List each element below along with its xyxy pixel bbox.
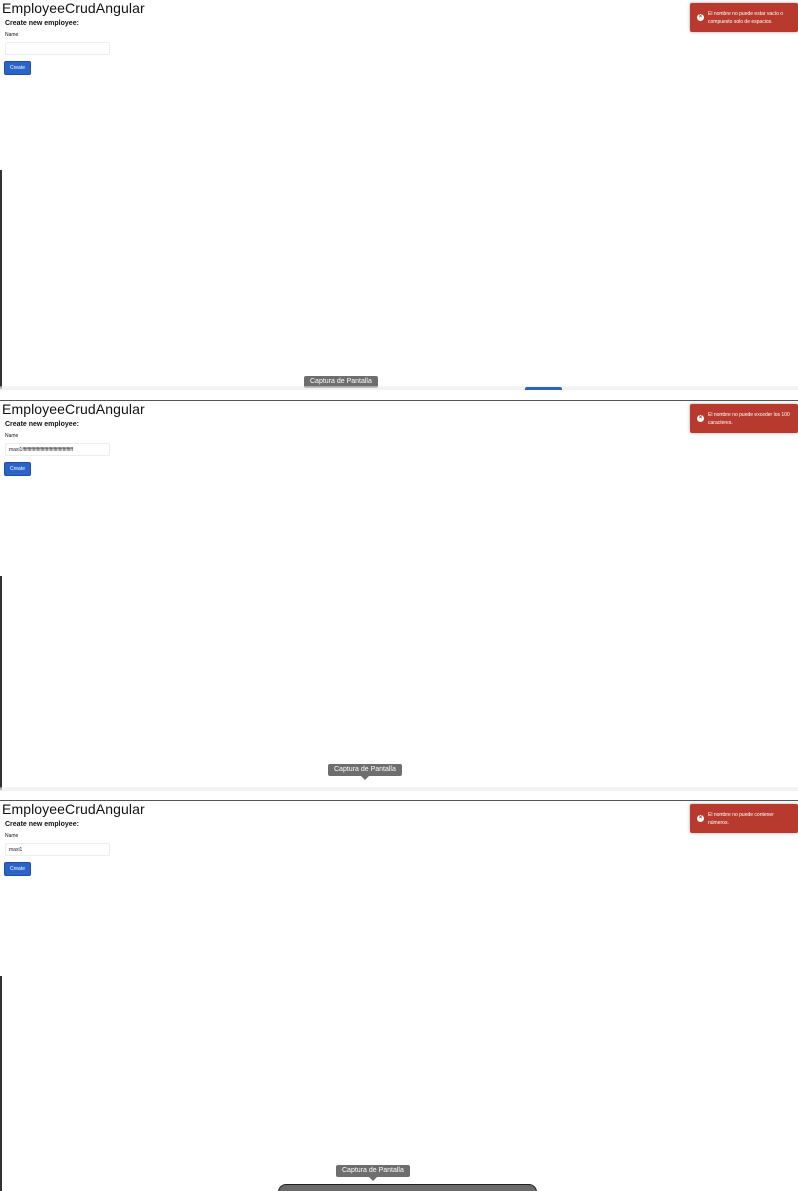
dock-active-indicator [525, 387, 562, 390]
screen-2: EmployeeCrudAngular Create new employee:… [0, 400, 798, 791]
toast-message: El nombre no puede estar vacío o compues… [708, 11, 784, 25]
error-circle-x-icon: × [697, 815, 704, 822]
dock-strip [0, 787, 798, 791]
app-title: EmployeeCrudAngular [2, 401, 145, 417]
app-title: EmployeeCrudAngular [2, 0, 145, 16]
screen-1: EmployeeCrudAngular Create new employee:… [0, 0, 798, 390]
window-edge [0, 401, 2, 791]
error-toast[interactable]: × El nombre no puede contener números. [690, 804, 798, 833]
name-input[interactable] [5, 443, 110, 456]
form-title: Create new employee: [5, 20, 79, 27]
create-button[interactable]: Create [4, 462, 31, 476]
form-title: Create new employee: [5, 821, 79, 828]
form-title: Create new employee: [5, 421, 79, 428]
name-label: Name [5, 32, 19, 38]
error-toast[interactable]: × El nombre no puede estar vacío o compu… [690, 3, 798, 32]
window-edge [0, 801, 2, 1191]
name-input[interactable] [5, 843, 110, 856]
error-toast[interactable]: × El nombre no puede exceder los 100 car… [690, 404, 798, 433]
error-circle-x-icon: × [697, 415, 704, 422]
window-edge [0, 0, 2, 390]
create-button[interactable]: Create [4, 61, 31, 75]
dock-strip [0, 386, 798, 390]
toast-message: El nombre no puede contener números. [708, 812, 774, 826]
create-button[interactable]: Create [4, 862, 31, 876]
error-circle-x-icon: × [697, 14, 704, 21]
app-title: EmployeeCrudAngular [2, 801, 145, 817]
screenshot-tooltip: Captura de Pantalla [336, 1165, 410, 1181]
name-input[interactable] [5, 42, 110, 55]
name-label: Name [5, 833, 19, 839]
screenshot-tooltip: Captura de Pantalla [328, 764, 402, 780]
toast-message: El nombre no puede exceder los 100 carac… [708, 412, 790, 426]
screen-3: EmployeeCrudAngular Create new employee:… [0, 800, 798, 1191]
name-label: Name [5, 433, 19, 439]
